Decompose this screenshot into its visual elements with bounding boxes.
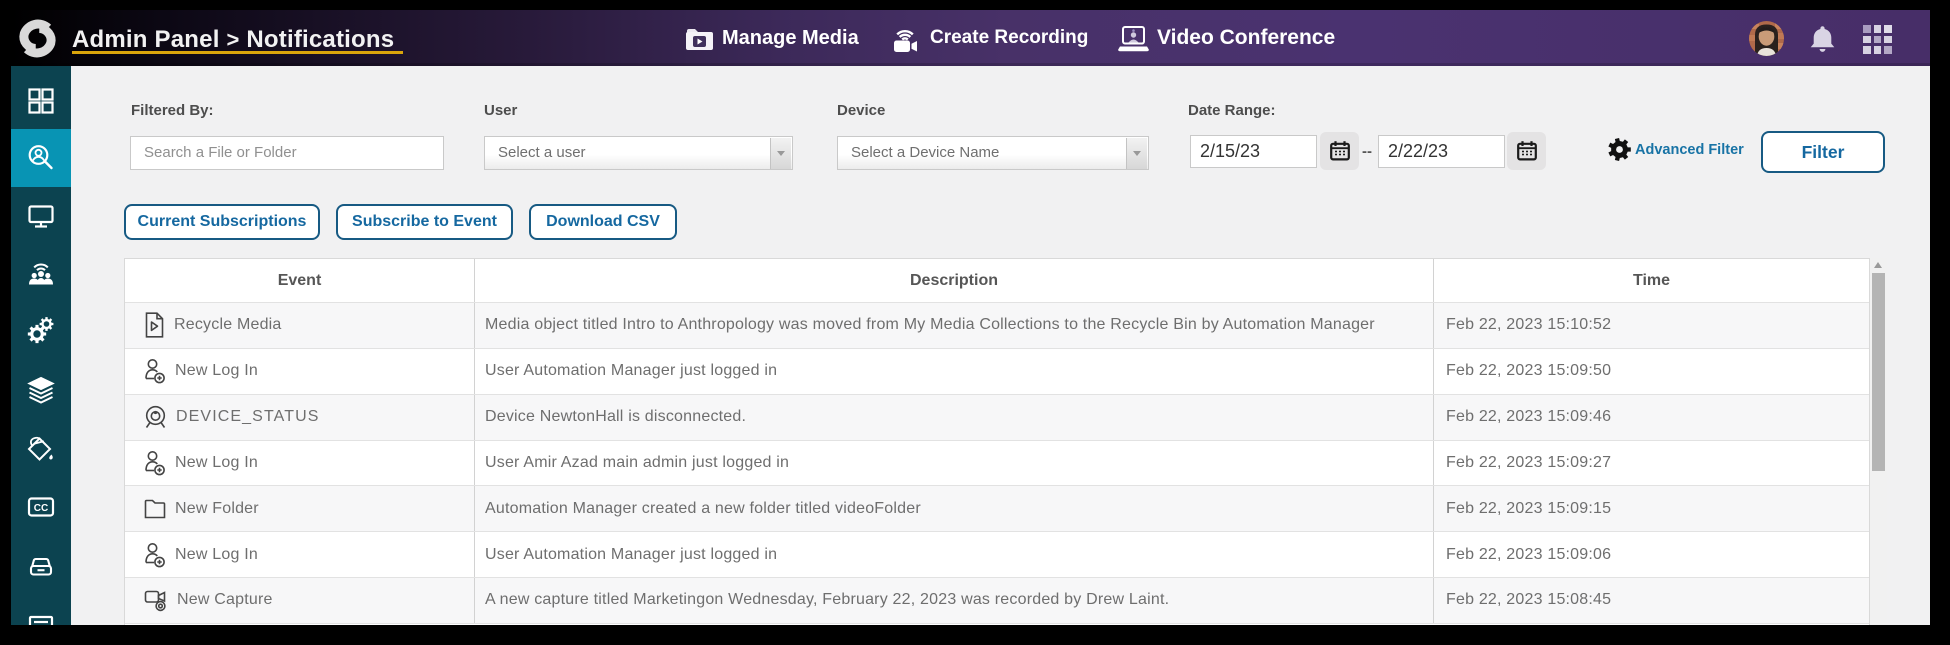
svg-text:CC: CC [34,503,48,514]
